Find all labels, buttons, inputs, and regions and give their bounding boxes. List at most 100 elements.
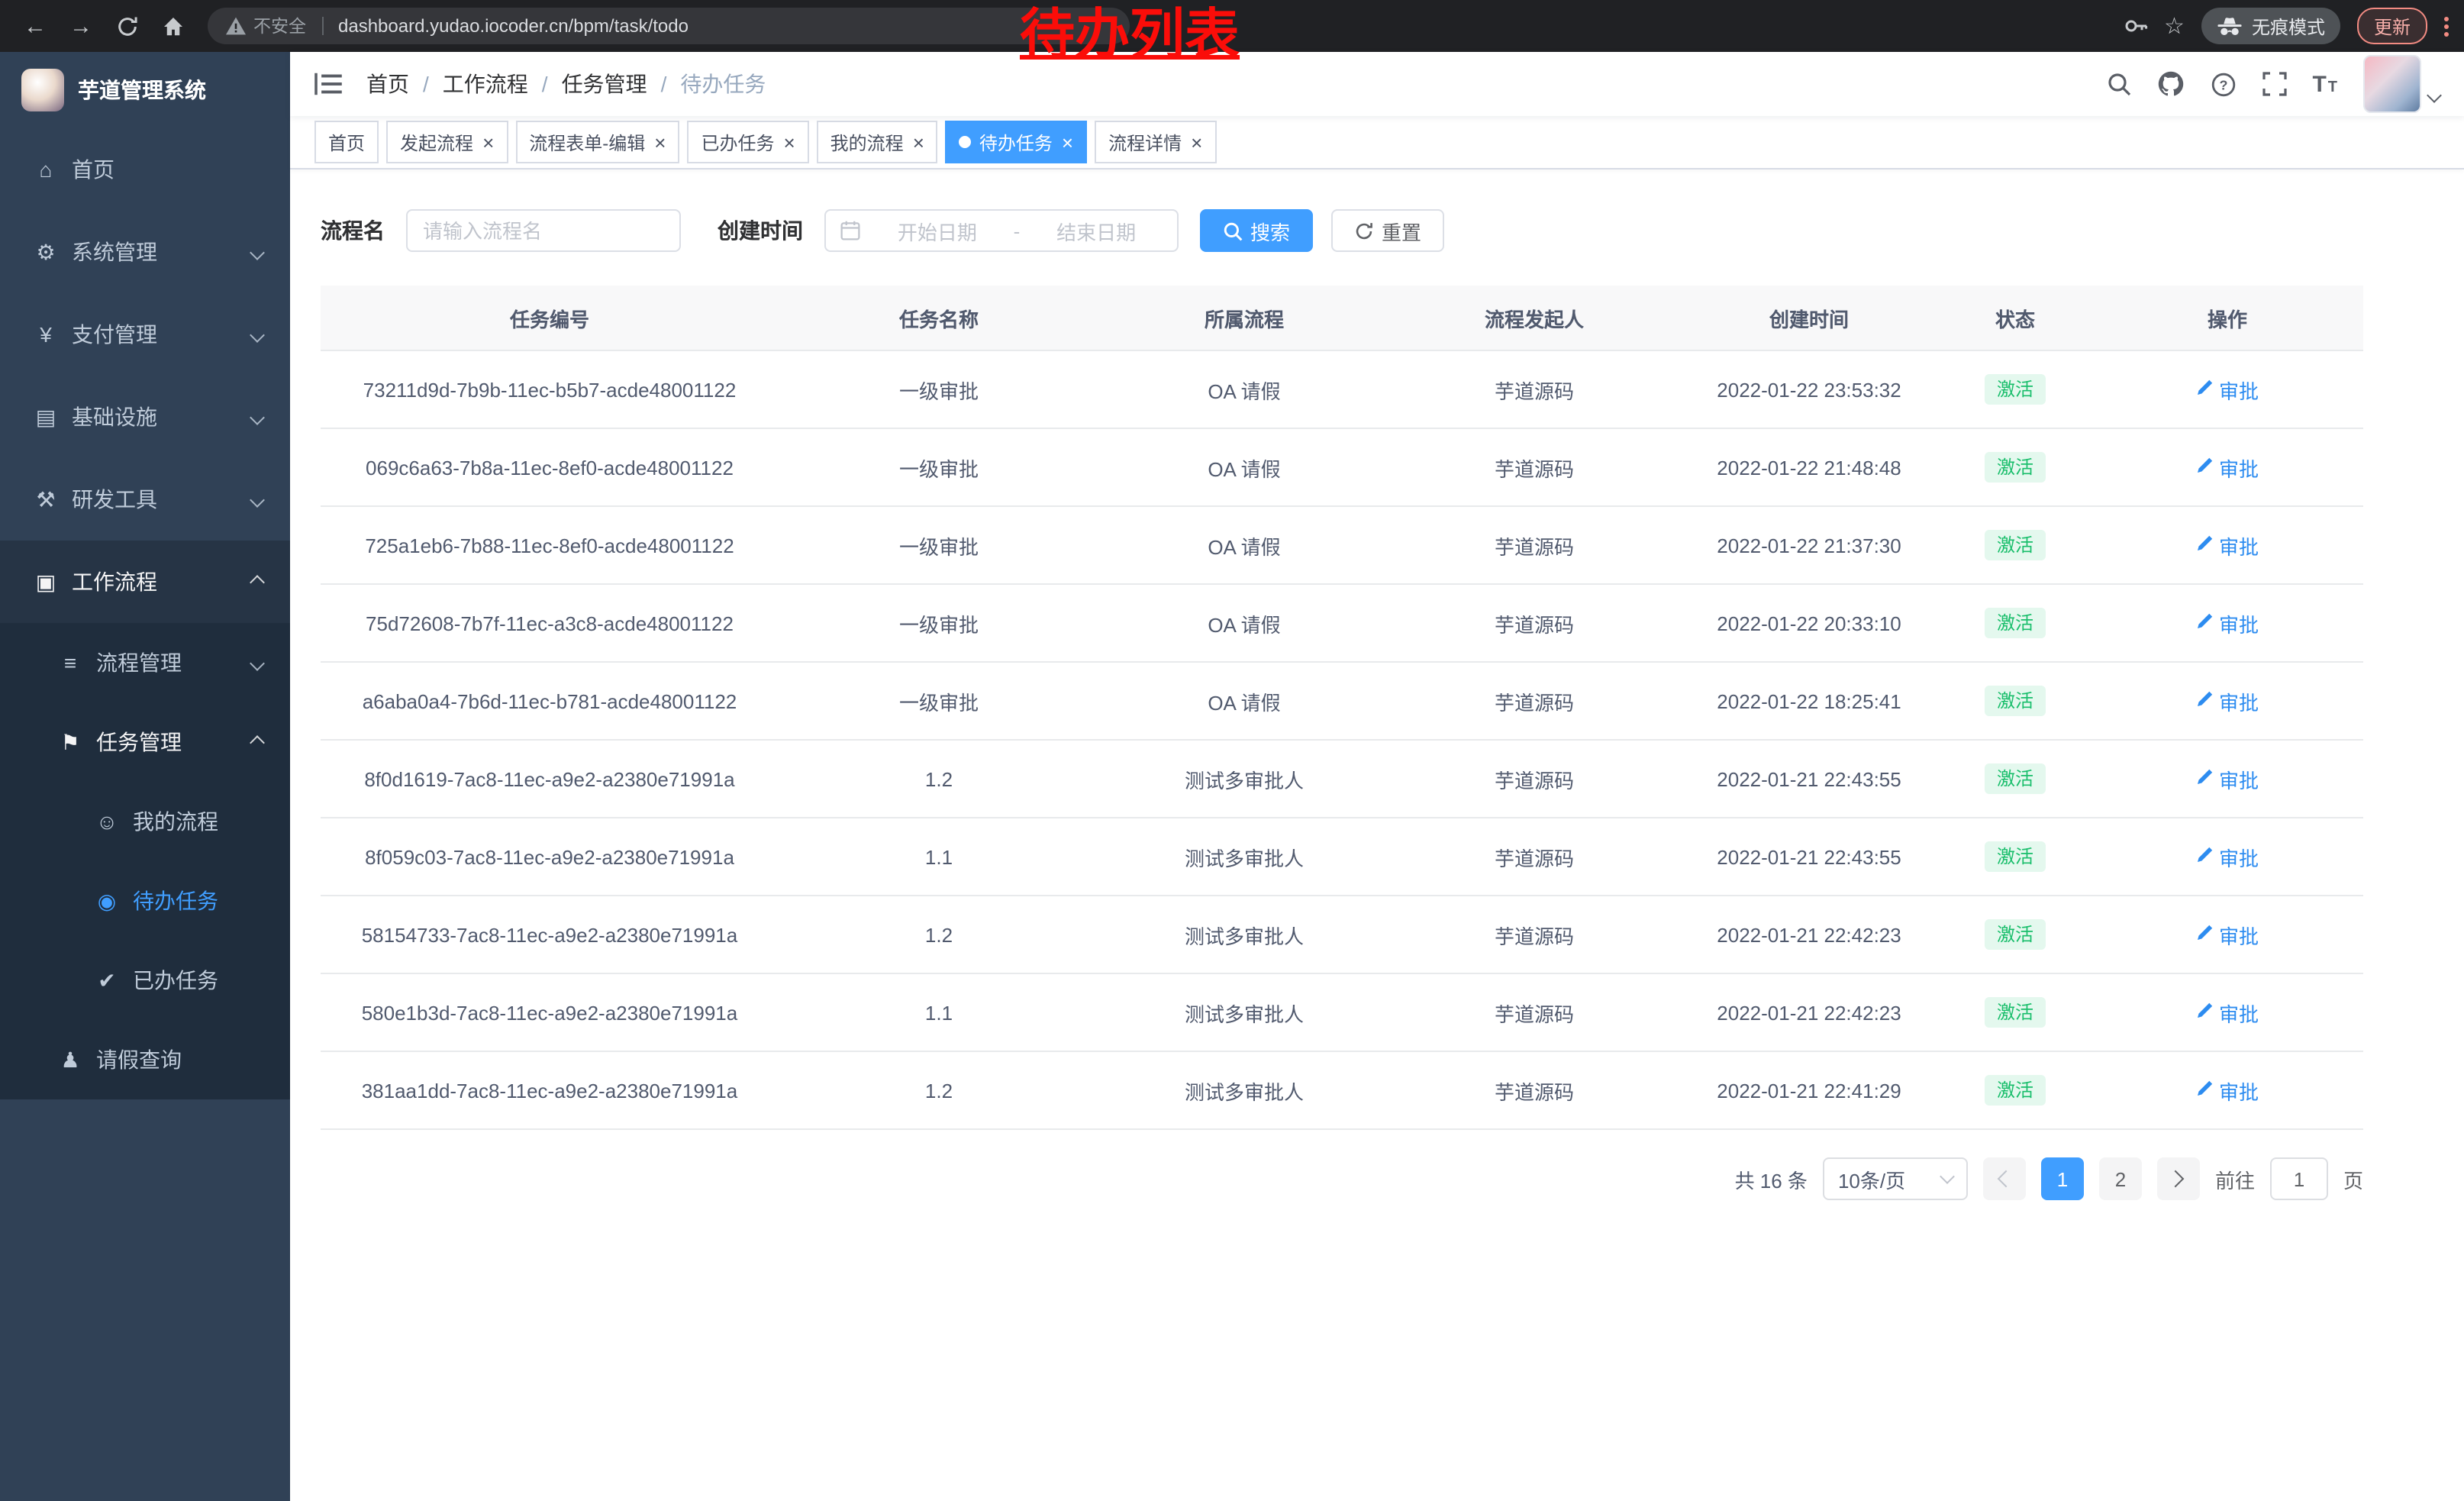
sidebar-item-my-process[interactable]: ☺我的流程	[0, 782, 290, 861]
tab-initiate[interactable]: 发起流程×	[386, 121, 508, 163]
breadcrumb-item[interactable]: 首页	[366, 69, 409, 99]
font-size-icon[interactable]: TT	[2312, 73, 2337, 95]
close-icon[interactable]: ×	[913, 132, 924, 152]
approve-link[interactable]: 审批	[2196, 453, 2259, 482]
page-size-select[interactable]: 10条/页	[1823, 1157, 1968, 1200]
yen-icon: ¥	[31, 322, 61, 347]
sidebar-item-leave-query[interactable]: ♟请假查询	[0, 1020, 290, 1099]
sidebar-item-devtools[interactable]: ⚒研发工具	[0, 458, 290, 541]
close-icon[interactable]: ×	[654, 132, 666, 152]
next-page-button[interactable]	[2157, 1157, 2200, 1200]
prev-page-button[interactable]	[1983, 1157, 2026, 1200]
edit-icon	[2196, 845, 2214, 868]
github-icon[interactable]	[2156, 70, 2184, 98]
hamburger-icon[interactable]	[314, 72, 342, 96]
page-button-1[interactable]: 1	[2041, 1157, 2084, 1200]
cell-process: 测试多审批人	[1099, 896, 1389, 973]
tab-my[interactable]: 我的流程×	[817, 121, 938, 163]
approve-link[interactable]: 审批	[2196, 764, 2259, 793]
close-icon[interactable]: ×	[482, 132, 494, 152]
cell-name: 1.2	[779, 1051, 1099, 1129]
tab-label: 已办任务	[701, 129, 774, 155]
search-button[interactable]: 搜索	[1200, 209, 1313, 252]
avatar	[2363, 55, 2421, 113]
tab-done[interactable]: 已办任务 ×	[687, 121, 808, 163]
breadcrumb-item: 待办任务	[680, 69, 766, 99]
browser-chrome: ← → 不安全 dashboard.yudao.iocoder.cn/bpm/t…	[0, 0, 2464, 52]
cell-action: 审批	[2091, 584, 2363, 662]
cell-process: 测试多审批人	[1099, 740, 1389, 818]
edit-icon	[2196, 534, 2214, 557]
approve-link[interactable]: 审批	[2196, 375, 2259, 404]
cell-action: 审批	[2091, 973, 2363, 1051]
search-icon[interactable]	[2106, 72, 2130, 96]
sidebar-item-system[interactable]: ⚙系统管理	[0, 211, 290, 293]
active-dot-icon	[959, 136, 972, 148]
user-menu[interactable]	[2363, 55, 2440, 113]
approve-link[interactable]: 审批	[2196, 608, 2259, 638]
table-row: 580e1b3d-7ac8-11ec-a9e2-a2380e71991a1.1测…	[321, 973, 2363, 1051]
close-icon[interactable]: ×	[1191, 132, 1202, 152]
status-badge: 激活	[1985, 529, 2046, 561]
tab-detail[interactable]: 流程详情×	[1095, 121, 1216, 163]
approve-link[interactable]: 审批	[2196, 920, 2259, 949]
reset-button[interactable]: 重置	[1331, 209, 1444, 252]
help-icon[interactable]: ?	[2210, 71, 2236, 97]
sidebar-item-home[interactable]: ⌂首页	[0, 128, 290, 211]
logo[interactable]: 芋道管理系统	[0, 52, 290, 128]
address-bar[interactable]: 不安全 dashboard.yudao.iocoder.cn/bpm/task/…	[208, 8, 1130, 44]
cell-status: 激活	[1939, 818, 2091, 896]
table-row: 8f0d1619-7ac8-11ec-a9e2-a2380e71991a1.2测…	[321, 740, 2363, 818]
cell-process: 测试多审批人	[1099, 818, 1389, 896]
approve-link[interactable]: 审批	[2196, 998, 2259, 1027]
forward-icon[interactable]: →	[61, 6, 101, 46]
task-table: 任务编号任务名称所属流程流程发起人创建时间状态操作 73211d9d-7b9b-…	[321, 286, 2363, 1130]
tab-todo[interactable]: 待办任务×	[946, 121, 1087, 163]
menu-dots-icon[interactable]	[2444, 16, 2449, 36]
column-header: 所属流程	[1099, 286, 1389, 350]
edit-icon	[2196, 612, 2214, 634]
sidebar-item-done-task[interactable]: ✔已办任务	[0, 941, 290, 1020]
key-icon[interactable]	[2123, 14, 2147, 38]
goto-label: 前往	[2215, 1164, 2255, 1193]
sidebar-item-process-mgmt[interactable]: ≡流程管理	[0, 623, 290, 702]
cell-initiator: 芋道源码	[1389, 818, 1679, 896]
close-icon[interactable]: ×	[783, 132, 795, 152]
breadcrumb-item[interactable]: 任务管理	[562, 69, 647, 99]
reset-button-label: 重置	[1382, 216, 1421, 245]
fullscreen-icon[interactable]	[2262, 72, 2286, 96]
page-button-2[interactable]: 2	[2099, 1157, 2142, 1200]
approve-link[interactable]: 审批	[2196, 531, 2259, 560]
cell-initiator: 芋道源码	[1389, 973, 1679, 1051]
approve-link[interactable]: 审批	[2196, 842, 2259, 871]
cell-created: 2022-01-22 23:53:32	[1679, 350, 1939, 428]
date-range-picker[interactable]: 开始日期 - 结束日期	[824, 209, 1179, 252]
update-button[interactable]: 更新	[2357, 8, 2427, 44]
home-icon[interactable]	[153, 6, 192, 46]
header-toolbar: ? TT	[2106, 55, 2440, 113]
cell-name: 1.1	[779, 818, 1099, 896]
sidebar-item-task-mgmt[interactable]: ⚑任务管理	[0, 702, 290, 782]
goto-page-input[interactable]	[2270, 1157, 2328, 1200]
back-icon[interactable]: ←	[15, 6, 55, 46]
sidebar-item-infra[interactable]: ▤基础设施	[0, 376, 290, 458]
approve-link[interactable]: 审批	[2196, 1076, 2259, 1105]
refresh-icon[interactable]	[107, 6, 147, 46]
tab-home[interactable]: 首页	[314, 121, 379, 163]
sidebar-item-payment[interactable]: ¥支付管理	[0, 293, 290, 376]
approve-label: 审批	[2219, 686, 2259, 715]
status-badge: 激活	[1985, 1074, 2046, 1106]
approve-label: 审批	[2219, 608, 2259, 638]
process-name-input[interactable]	[406, 209, 681, 252]
sidebar-item-todo-task[interactable]: ◉待办任务	[0, 861, 290, 941]
chevron-down-icon	[250, 409, 265, 424]
breadcrumb-item[interactable]: 工作流程	[443, 69, 528, 99]
bookmark-star-icon[interactable]: ☆	[2164, 12, 2185, 40]
range-separator: -	[1014, 219, 1021, 242]
approve-link[interactable]: 审批	[2196, 686, 2259, 715]
tab-form-edit[interactable]: 流程表单-编辑×	[515, 121, 679, 163]
cell-id: 73211d9d-7b9b-11ec-b5b7-acde48001122	[321, 350, 779, 428]
close-icon[interactable]: ×	[1062, 132, 1073, 152]
status-badge: 激活	[1985, 607, 2046, 639]
sidebar-item-workflow[interactable]: ▣工作流程	[0, 541, 290, 623]
